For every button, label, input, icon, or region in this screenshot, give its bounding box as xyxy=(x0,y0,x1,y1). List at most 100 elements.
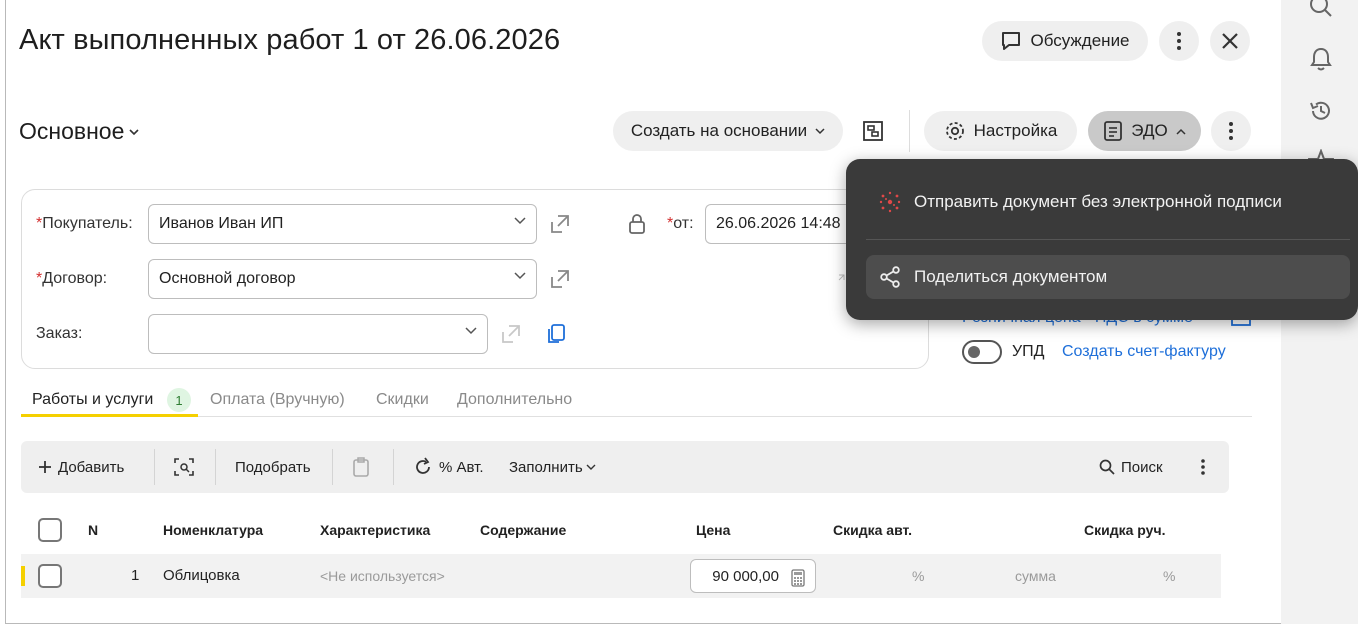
menu-item-share-document[interactable]: Поделиться документом xyxy=(866,255,1350,299)
upd-label: УПД xyxy=(1012,343,1045,360)
buyer-field[interactable]: Иванов Иван ИП xyxy=(148,204,537,244)
date-value: 26.06.2026 14:48 xyxy=(716,215,841,232)
paste-button[interactable] xyxy=(352,441,370,493)
table-toolbar xyxy=(21,441,1229,493)
order-field[interactable] xyxy=(148,314,488,354)
toolbar-divider xyxy=(909,110,910,152)
section-selector[interactable]: Основное xyxy=(19,118,140,145)
settings-button[interactable]: Настройка xyxy=(924,111,1077,151)
edo-icon xyxy=(1104,121,1123,141)
toolbar-separator xyxy=(215,449,216,485)
add-button[interactable]: Добавить xyxy=(38,441,124,493)
row-nomenclature[interactable]: Облицовка xyxy=(163,567,240,584)
more-vertical-icon xyxy=(1201,459,1205,475)
tab-discounts[interactable]: Скидки xyxy=(376,391,429,409)
create-based-label: Создать на основании xyxy=(630,121,808,140)
toolbar-separator xyxy=(154,449,155,485)
lock-icon[interactable] xyxy=(624,211,650,237)
settings-label: Настройка xyxy=(973,121,1058,140)
close-button[interactable] xyxy=(1210,21,1250,61)
barcode-scan-icon xyxy=(174,458,194,476)
tab-payment[interactable]: Оплата (Вручную) xyxy=(210,391,345,409)
open-link-icon[interactable] xyxy=(498,321,524,347)
page-title: Акт выполненных работ 1 от 26.06.2026 xyxy=(19,24,561,56)
chevron-down-icon xyxy=(514,217,526,225)
column-header-auto-discount[interactable]: Скидка авт. xyxy=(833,522,912,538)
tab-count-badge: 1 xyxy=(167,388,191,412)
column-header-nomenclature[interactable]: Номенклатура xyxy=(163,522,263,538)
row-auto-discount-sum[interactable]: сумма xyxy=(1015,568,1056,584)
edo-label: ЭДО xyxy=(1131,121,1168,140)
tab-works-services[interactable]: Работы и услуги xyxy=(32,391,153,409)
section-label: Основное xyxy=(19,118,125,144)
row-price: 90 000,00 xyxy=(712,567,779,585)
auto-discount-button[interactable]: % Авт. xyxy=(413,441,484,493)
open-link-icon[interactable] xyxy=(834,266,846,292)
barcode-scan-button[interactable] xyxy=(173,441,195,493)
column-header-n[interactable]: N xyxy=(88,522,98,538)
open-link-icon[interactable] xyxy=(547,211,573,237)
history-icon[interactable] xyxy=(1307,97,1335,125)
date-label: *от: xyxy=(667,215,694,232)
refresh-icon xyxy=(416,457,430,474)
chevron-down-icon xyxy=(514,272,526,280)
add-label: Добавить xyxy=(58,458,125,476)
discussion-button[interactable]: Обсуждение xyxy=(982,21,1148,61)
close-icon xyxy=(1222,33,1238,49)
column-header-characteristic[interactable]: Характеристика xyxy=(320,522,430,538)
chevron-down-icon xyxy=(815,127,825,134)
table-search-button[interactable]: Поиск xyxy=(1099,441,1163,493)
auto-percent-label: % Авт. xyxy=(439,458,484,476)
row-auto-discount-percent[interactable]: % xyxy=(912,568,924,584)
table-more-button[interactable] xyxy=(1200,441,1206,493)
create-invoice-link[interactable]: Создать счет-фактуру xyxy=(1062,343,1226,361)
discussion-label: Обсуждение xyxy=(1030,31,1130,50)
chevron-down-icon xyxy=(129,128,139,135)
open-link-icon[interactable] xyxy=(547,266,573,292)
pick-button[interactable]: Подобрать xyxy=(235,441,311,493)
current-row-marker xyxy=(21,566,25,586)
select-all-checkbox[interactable] xyxy=(38,518,62,542)
share-icon xyxy=(880,266,900,288)
unsigned-send-icon xyxy=(879,191,901,213)
toggle-knob xyxy=(968,346,980,358)
menu-item-send-unsigned[interactable]: Отправить документ без электронной подпи… xyxy=(866,180,1350,224)
column-header-content[interactable]: Содержание xyxy=(480,522,566,538)
buyer-label: *Покупатель: xyxy=(36,215,133,232)
copy-icon[interactable] xyxy=(543,321,569,347)
search-icon xyxy=(1099,459,1115,475)
chevron-up-icon xyxy=(1176,128,1186,135)
chevron-down-icon xyxy=(586,464,596,470)
tab-additional[interactable]: Дополнительно xyxy=(457,391,572,409)
order-label: Заказ: xyxy=(36,325,83,342)
contract-field[interactable]: Основной договор xyxy=(148,259,537,299)
more-vertical-icon xyxy=(1229,122,1233,140)
menu-item-label: Поделиться документом xyxy=(914,267,1108,286)
buyer-value: Иванов Иван ИП xyxy=(159,215,284,232)
structure-icon[interactable] xyxy=(860,118,886,144)
menu-divider xyxy=(866,239,1350,240)
actions-more-button[interactable] xyxy=(1211,111,1251,151)
edo-dropdown-menu: Отправить документ без электронной подпи… xyxy=(846,159,1358,320)
fill-label: Заполнить xyxy=(509,458,583,476)
search-icon[interactable] xyxy=(1307,0,1335,20)
row-characteristic[interactable]: <Не используется> xyxy=(320,568,445,584)
toolbar-separator xyxy=(332,449,333,485)
date-field[interactable]: 26.06.2026 14:48 xyxy=(705,204,851,244)
row-manual-discount-percent[interactable]: % xyxy=(1163,568,1175,584)
row-price-field[interactable]: 90 000,00 xyxy=(690,559,816,593)
column-header-price[interactable]: Цена xyxy=(696,522,730,538)
menu-item-label: Отправить документ без электронной подпи… xyxy=(914,192,1282,211)
more-menu-button[interactable] xyxy=(1159,21,1199,61)
upd-toggle[interactable] xyxy=(962,340,1002,364)
row-checkbox[interactable] xyxy=(38,564,62,588)
row-number: 1 xyxy=(131,567,140,584)
column-header-manual-discount[interactable]: Скидка руч. xyxy=(1084,522,1165,538)
create-based-button[interactable]: Создать на основании xyxy=(613,111,843,151)
edo-button[interactable]: ЭДО xyxy=(1088,111,1201,151)
contract-label: *Договор: xyxy=(36,270,108,287)
bell-icon[interactable] xyxy=(1307,45,1335,73)
fill-button[interactable]: Заполнить xyxy=(509,441,596,493)
search-label: Поиск xyxy=(1121,458,1163,476)
calculator-icon[interactable] xyxy=(791,569,805,587)
